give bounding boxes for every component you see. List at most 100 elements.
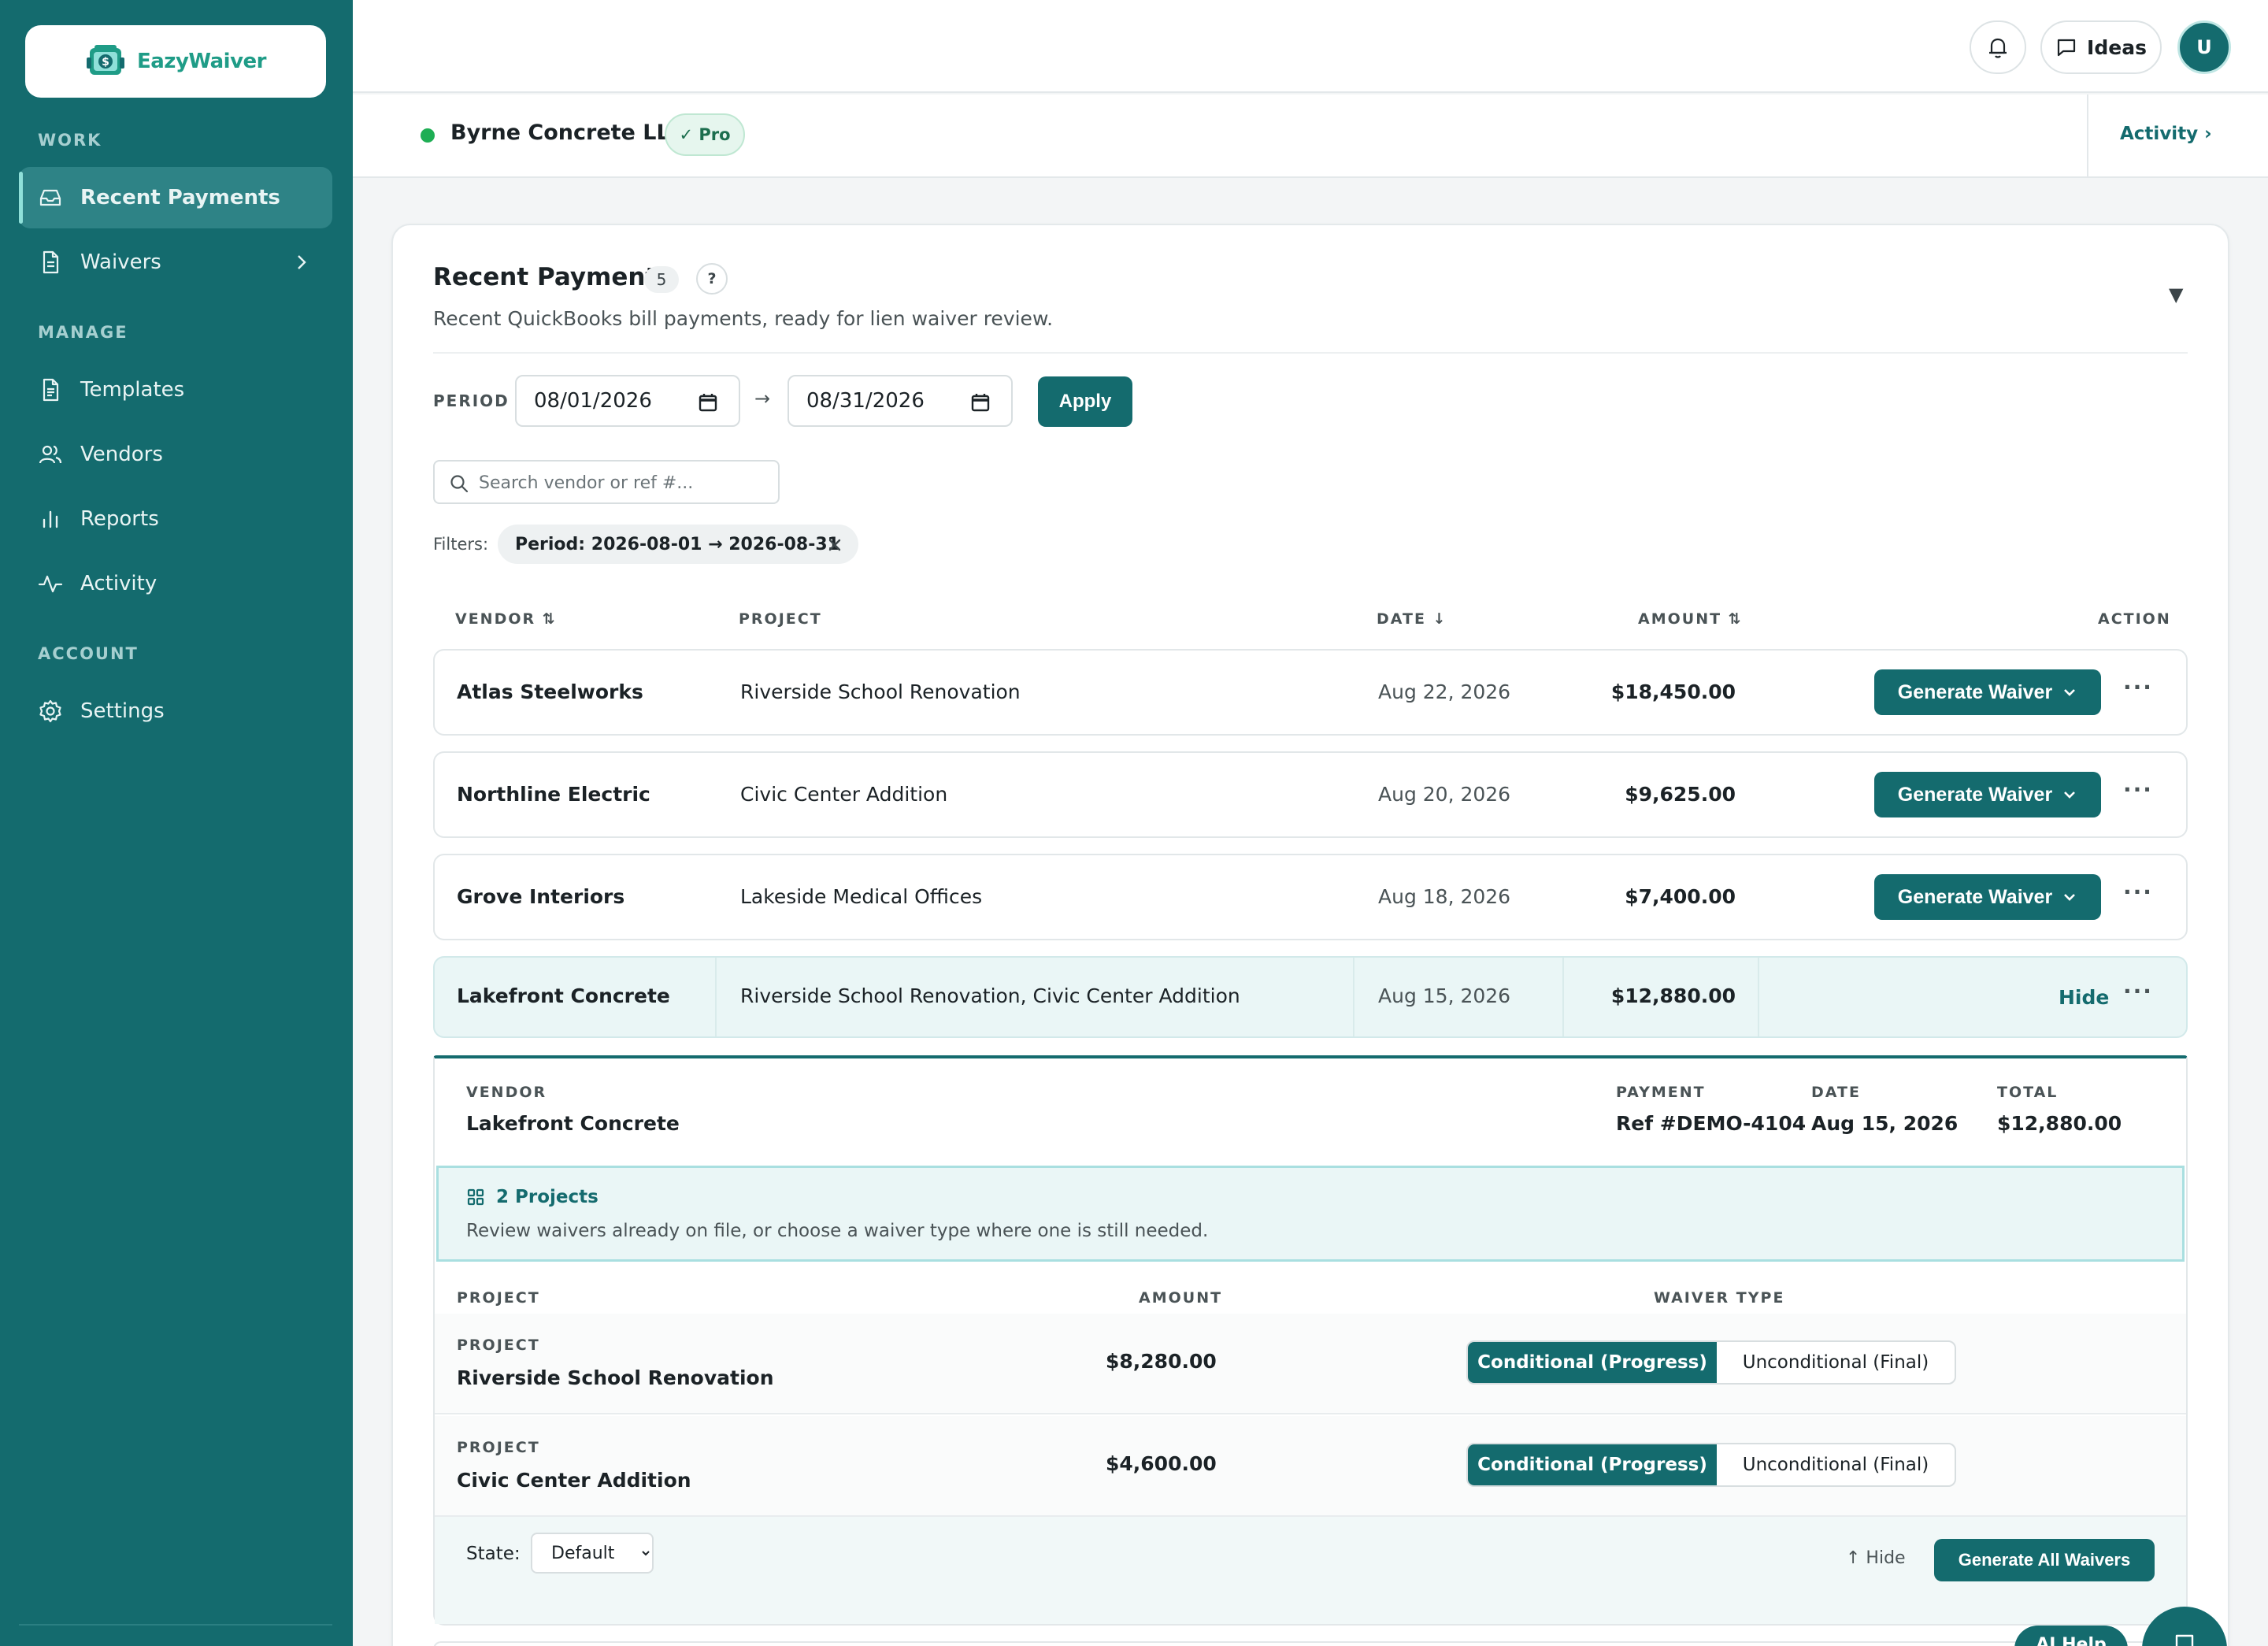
brand-logo[interactable]: $ EazyWaiver <box>25 25 326 98</box>
waiver-type-toggle: Conditional (Progress) Unconditional (Fi… <box>1466 1443 1956 1487</box>
hide-details-link[interactable]: Hide <box>2059 986 2109 1009</box>
nav-section-work: WORK <box>38 131 102 150</box>
document-icon <box>43 250 59 274</box>
sidebar-item-templates[interactable]: Templates <box>19 359 332 421</box>
filter-chip-label: Period: 2026-08-01 → 2026-08-31 <box>515 534 839 554</box>
generate-waiver-label: Generate Waiver <box>1897 680 2053 703</box>
inbox-icon <box>39 189 61 206</box>
calendar-icon <box>971 394 990 412</box>
project-row-label: PROJECT <box>457 1336 540 1354</box>
sidebar-item-vendors[interactable]: Vendors <box>19 424 332 485</box>
row-amount: $18,450.00 <box>1610 680 1736 703</box>
period-arrow: → <box>754 387 771 410</box>
calendar-icon <box>699 394 717 412</box>
sidebar-item-label: Vendors <box>80 443 163 466</box>
detail-total-value: $12,880.00 <box>1997 1112 2122 1135</box>
waiver-type-toggle: Conditional (Progress) Unconditional (Fi… <box>1466 1340 1956 1385</box>
user-avatar[interactable]: U <box>2177 20 2231 74</box>
table-row-expanded[interactable]: Lakefront Concrete Riverside School Reno… <box>433 956 2188 1038</box>
sidebar-item-recent-payments[interactable]: Recent Payments <box>19 167 332 228</box>
sidebar-item-label: Reports <box>80 507 159 531</box>
collapse-card-button[interactable]: ▼ <box>2169 284 2183 306</box>
sidebar-item-waivers[interactable]: Waivers <box>19 232 332 293</box>
generate-waiver-label: Generate Waiver <box>1897 783 2053 806</box>
detail-date-label: DATE <box>1811 1084 1861 1101</box>
nav-section-account: ACCOUNT <box>38 644 139 663</box>
file-text-icon <box>43 378 59 402</box>
payments-count-badge: 5 <box>644 266 679 293</box>
state-select[interactable]: Default <box>531 1533 654 1574</box>
sidebar-item-label: Activity <box>80 572 158 595</box>
row-date: Aug 20, 2026 <box>1378 783 1511 806</box>
detail-vendor-value: Lakefront Concrete <box>466 1112 680 1135</box>
sidebar-item-activity[interactable]: Activity <box>19 553 332 614</box>
row-more-button[interactable]: ··· <box>2123 978 2153 1004</box>
column-header-date[interactable]: DATE ↓ <box>1377 610 1447 628</box>
sidebar-divider <box>19 1624 332 1626</box>
subtable-header-project: PROJECT <box>457 1289 540 1307</box>
hide-detail-button[interactable]: ↑ Hide <box>1846 1548 1906 1568</box>
ideas-button[interactable]: Ideas <box>2040 20 2162 74</box>
table-row[interactable]: Northline Electric Civic Center Addition… <box>433 751 2188 838</box>
row-date: Aug 18, 2026 <box>1378 885 1511 908</box>
row-date: Aug 15, 2026 <box>1378 984 1511 1007</box>
projects-banner <box>436 1166 2185 1262</box>
row-vendor: Atlas Steelworks <box>457 680 643 703</box>
period-from-input[interactable]: 08/01/2026 <box>515 375 740 427</box>
row-amount: $7,400.00 <box>1625 885 1736 908</box>
brand-name: EazyWaiver <box>137 50 267 73</box>
generate-waiver-button[interactable]: Generate Waiver <box>1874 772 2101 817</box>
search-icon <box>450 475 469 493</box>
detail-total-label: TOTAL <box>1997 1084 2059 1101</box>
sidebar-item-settings[interactable]: Settings <box>19 680 332 742</box>
projects-count-title: 2 Projects <box>496 1187 598 1207</box>
apply-period-button[interactable]: Apply <box>1038 376 1132 427</box>
ai-help-button[interactable]: AI Help <box>2014 1626 2128 1646</box>
bar-chart-icon <box>43 510 58 528</box>
project-row-amount: $8,280.00 <box>1106 1350 1217 1373</box>
chevron-down-icon <box>2064 689 2076 696</box>
row-vendor: Northline Electric <box>457 783 650 806</box>
subtable-header-amount: AMOUNT <box>1139 1289 1223 1307</box>
table-row[interactable]: Atlas Steelworks Riverside School Renova… <box>433 649 2188 736</box>
table-row[interactable]: Grove Interiors Lakeside Medical Offices… <box>433 854 2188 940</box>
waiver-type-conditional[interactable]: Conditional (Progress) <box>1468 1444 1717 1485</box>
waiver-type-unconditional[interactable]: Unconditional (Final) <box>1717 1342 1955 1383</box>
generate-all-waivers-button[interactable]: Generate All Waivers <box>1934 1539 2155 1581</box>
gear-icon <box>39 699 61 723</box>
period-filter-chip: Period: 2026-08-01 → 2026-08-31 <box>498 525 858 564</box>
sidebar-item-label: Recent Payments <box>80 186 280 209</box>
generate-waiver-button[interactable]: Generate Waiver <box>1874 669 2101 715</box>
chevron-right-icon <box>298 255 306 269</box>
close-icon[interactable] <box>827 537 843 553</box>
nav-section-manage: MANAGE <box>38 323 128 342</box>
subtable-header-waiver-type: WAIVER TYPE <box>1654 1289 1785 1307</box>
row-date: Aug 22, 2026 <box>1378 680 1511 703</box>
notifications-button[interactable] <box>1970 20 2026 74</box>
row-project: Civic Center Addition <box>740 783 948 806</box>
row-vendor: Grove Interiors <box>457 885 625 908</box>
search-input[interactable] <box>479 468 770 498</box>
help-button[interactable]: ? <box>696 263 728 295</box>
period-to-input[interactable]: 08/31/2026 <box>788 375 1013 427</box>
column-header-vendor[interactable]: VENDOR ⇅ <box>455 610 557 628</box>
row-vendor: Lakefront Concrete <box>457 984 670 1007</box>
row-more-button[interactable]: ··· <box>2123 879 2153 905</box>
row-more-button[interactable]: ··· <box>2123 777 2153 803</box>
activity-link[interactable]: Activity › <box>2120 124 2212 144</box>
generate-waiver-button[interactable]: Generate Waiver <box>1874 874 2101 920</box>
column-separator <box>1353 958 1354 1036</box>
row-more-button[interactable]: ··· <box>2123 674 2153 700</box>
column-header-amount[interactable]: AMOUNT ⇅ <box>1638 610 1743 628</box>
waiver-type-conditional[interactable]: Conditional (Progress) <box>1468 1342 1717 1383</box>
waiver-type-unconditional[interactable]: Unconditional (Final) <box>1717 1444 1955 1485</box>
project-row-name: Civic Center Addition <box>457 1469 691 1492</box>
generate-waiver-label: Generate Waiver <box>1897 885 2053 908</box>
project-row-amount: $4,600.00 <box>1106 1452 1217 1475</box>
detail-footer <box>435 1517 2186 1624</box>
detail-payment-label: PAYMENT <box>1616 1084 1706 1101</box>
sidebar-item-reports[interactable]: Reports <box>19 488 332 550</box>
state-label: State: <box>466 1544 521 1564</box>
page-title: Recent Payments <box>433 263 672 291</box>
column-separator <box>1562 958 1564 1036</box>
